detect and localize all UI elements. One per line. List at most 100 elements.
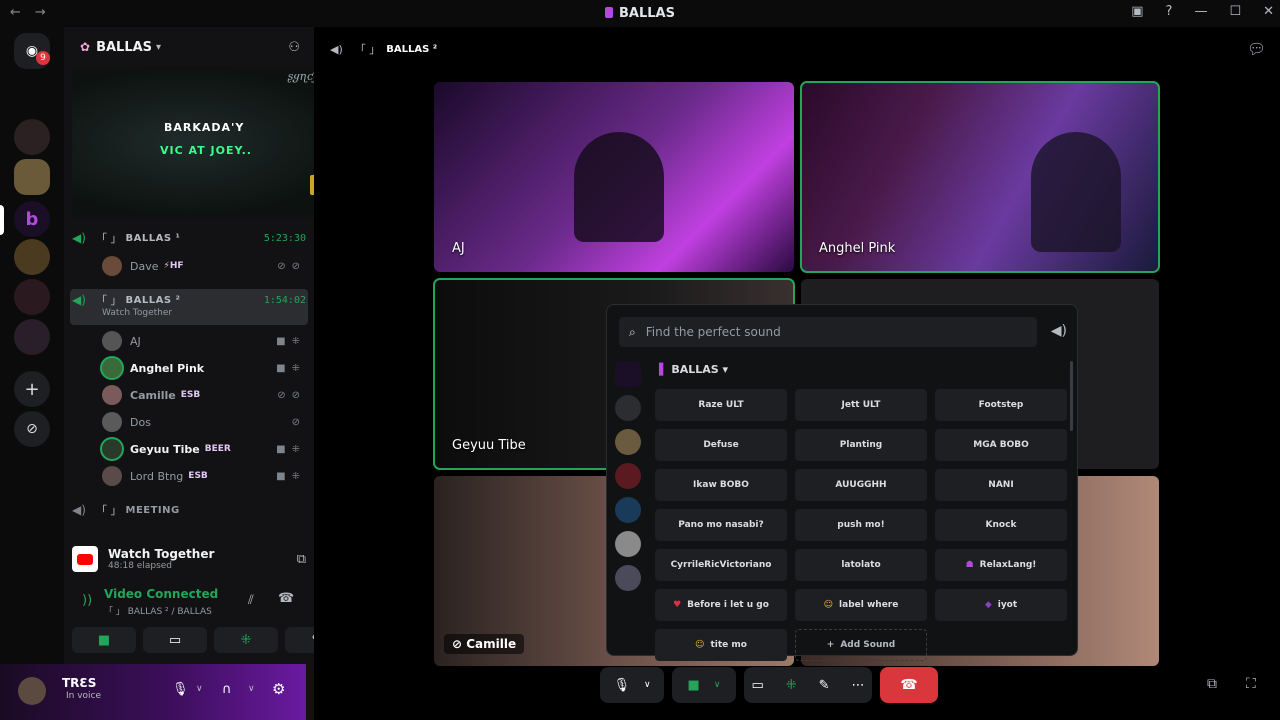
fullscreen-icon[interactable]: ⛶ <box>1246 676 1256 692</box>
explore-icon[interactable]: ⊘ <box>14 411 50 447</box>
minimize-icon[interactable]: — <box>1194 4 1207 19</box>
avatar <box>102 412 122 432</box>
ballas-server-icon[interactable]: b <box>14 201 50 237</box>
locked-guild-icon[interactable] <box>615 463 641 489</box>
muted-deafened-icon: ⊘⊘ <box>277 389 306 401</box>
sound-button[interactable]: Raze ULT <box>655 389 787 421</box>
header-channel-name: BALLAS ² <box>386 43 438 55</box>
sound-button[interactable]: ♥ Before i let u go <box>655 589 787 621</box>
sound-search-input[interactable]: ⌕ Find the perfect sound <box>619 317 1037 347</box>
voice-channel-ballas2[interactable]: ◀) 「 」 BALLAS ² 1:54:02 Watch Together <box>72 290 306 318</box>
add-server-icon[interactable]: + <box>14 371 50 407</box>
sound-button[interactable]: latolato <box>795 549 927 581</box>
sound-button[interactable]: ☺ label where <box>795 589 927 621</box>
sound-category-header[interactable]: ▌ BALLAS ▾ <box>659 363 728 376</box>
help-icon[interactable]: ? <box>1166 4 1173 19</box>
guild-header[interactable]: ✿ BALLAS ▾ ⚇ <box>64 27 314 67</box>
popout-icon[interactable]: ⧉ <box>297 552 306 567</box>
scrollbar[interactable] <box>1070 361 1073 431</box>
camera-button[interactable]: ■ <box>72 627 136 653</box>
sound-button[interactable]: Ikaw BOBO <box>655 469 787 501</box>
locked-guild-icon[interactable] <box>615 497 641 523</box>
locked-guild-icon[interactable] <box>615 531 641 557</box>
chat-icon[interactable]: 💬︎ <box>1247 40 1266 58</box>
voice-member[interactable]: Anghel Pink ■⁜ <box>102 357 306 379</box>
server-folder-icon[interactable] <box>14 319 50 355</box>
voice-member[interactable]: Camille ESB ⊘⊘ <box>102 384 306 406</box>
sound-button[interactable]: Pano mo nasabi? <box>655 509 787 541</box>
ballas-guild-icon[interactable] <box>615 361 641 387</box>
sound-button[interactable]: Defuse <box>655 429 787 461</box>
sound-button[interactable]: Jett ULT <box>795 389 927 421</box>
voice-location[interactable]: 「 」 BALLAS ² / BALLAS <box>104 604 212 617</box>
server-rail: ◉ 9 b + ⊘ <box>0 27 64 720</box>
prestige-server-icon[interactable] <box>14 239 50 275</box>
user-avatar[interactable] <box>18 677 46 705</box>
video-tile[interactable]: Anghel Pink <box>800 81 1160 273</box>
user-panel: TRƐS In voice 🎙︎ ∨ ∩ ∨ ⚙ <box>0 664 306 720</box>
channel-prefix: 「 」 <box>96 232 122 245</box>
add-sound-button[interactable]: + Add Sound <box>795 629 927 661</box>
settings-gear-icon[interactable]: ⚙ <box>272 680 285 698</box>
server-icon[interactable] <box>14 119 50 155</box>
disconnect-button[interactable]: ☎ <box>880 667 938 703</box>
sound-label: Pano mo nasabi? <box>678 520 764 530</box>
more-icon[interactable]: ⋯ <box>852 678 865 693</box>
volume-icon[interactable]: ◀) <box>1051 323 1067 339</box>
sound-button[interactable]: MGA BOBO <box>935 429 1067 461</box>
locked-guild-icon[interactable] <box>615 429 641 455</box>
voice-channel-ballas1[interactable]: ◀) 「 」 BALLAS ¹ 5:23:30 <box>72 228 306 248</box>
voice-channel-meeting[interactable]: ◀) 「 」 MEETING <box>72 500 306 520</box>
phone-hangup-icon: ☎ <box>900 677 918 693</box>
member-name: Camille <box>130 388 176 402</box>
chevron-down-icon[interactable]: ∨ <box>248 684 255 694</box>
sound-button[interactable]: ◆ iyot <box>935 589 1067 621</box>
activity-panel[interactable]: Watch Together 48:18 elapsed ⧉ <box>72 539 306 579</box>
headphones-icon[interactable]: ∩ <box>222 682 232 697</box>
sound-button[interactable]: Footstep <box>935 389 1067 421</box>
banner-line2: VIC AT JOEY.. <box>160 144 252 157</box>
sound-button[interactable]: Planting <box>795 429 927 461</box>
camera-button[interactable]: ■ ∨ <box>672 667 736 703</box>
sound-button[interactable]: AUUGGHH <box>795 469 927 501</box>
popout-icon[interactable]: ⧉ <box>1207 676 1217 692</box>
disconnect-icon[interactable]: ☎ <box>278 591 294 606</box>
voice-member[interactable]: Geyuu Tibe BEER ■⁜ <box>102 438 306 460</box>
sound-button[interactable]: ☗ RelaxLang! <box>935 549 1067 581</box>
voice-member[interactable]: Dave ⚡HF ⊘⊘ <box>102 255 306 277</box>
camera-icon: ■ <box>97 632 111 648</box>
server-icon[interactable] <box>14 159 50 195</box>
mic-button[interactable]: 🎙︎ ∨ <box>600 667 664 703</box>
voice-status[interactable]: Video Connected <box>104 587 218 601</box>
discord-default-icon[interactable] <box>615 395 641 421</box>
maximize-icon[interactable]: ☐ <box>1229 4 1241 19</box>
inbox-icon[interactable]: ▣ <box>1131 4 1143 19</box>
locked-guild-icon[interactable] <box>615 565 641 591</box>
sound-button[interactable]: ☺ tite mo <box>655 629 787 661</box>
chevron-down-icon[interactable]: ∨ <box>196 684 203 694</box>
soundboard-icon[interactable]: ✎ <box>819 678 830 693</box>
activity-button[interactable]: ⁜ <box>214 627 278 653</box>
channel-name: BALLAS ¹ <box>125 232 181 244</box>
voice-member[interactable]: AJ ■⁜ <box>102 330 306 352</box>
voice-member[interactable]: Lord Btng ESB ■⁜ <box>102 465 306 487</box>
activity-icon[interactable]: ⁜ <box>786 678 797 693</box>
sound-button[interactable]: NANI <box>935 469 1067 501</box>
sound-button[interactable]: push mo! <box>795 509 927 541</box>
close-icon[interactable]: ✕ <box>1263 4 1274 19</box>
tile-name: Camille <box>466 637 517 651</box>
screenshare-button[interactable]: ▭ <box>143 627 207 653</box>
eggplant-emoji-icon: ◆ <box>984 600 992 610</box>
voice-member[interactable]: Dos ⊘ <box>102 411 306 433</box>
chevron-down-icon: ∨ <box>643 680 651 690</box>
video-tile[interactable]: AJ <box>434 82 794 272</box>
video-activity-icon: ■⁜ <box>276 470 306 482</box>
invite-icon[interactable]: ⚇ <box>288 40 300 55</box>
sound-button[interactable]: CyrrileRicVictoriano <box>655 549 787 581</box>
microphone-icon[interactable]: 🎙︎ <box>172 682 189 697</box>
server-folder-icon[interactable] <box>14 279 50 315</box>
noise-suppression-icon[interactable]: ⫽ <box>248 593 254 608</box>
sound-label: latolato <box>841 560 881 570</box>
sound-button[interactable]: Knock <box>935 509 1067 541</box>
screenshare-icon[interactable]: ▭ <box>751 678 763 693</box>
